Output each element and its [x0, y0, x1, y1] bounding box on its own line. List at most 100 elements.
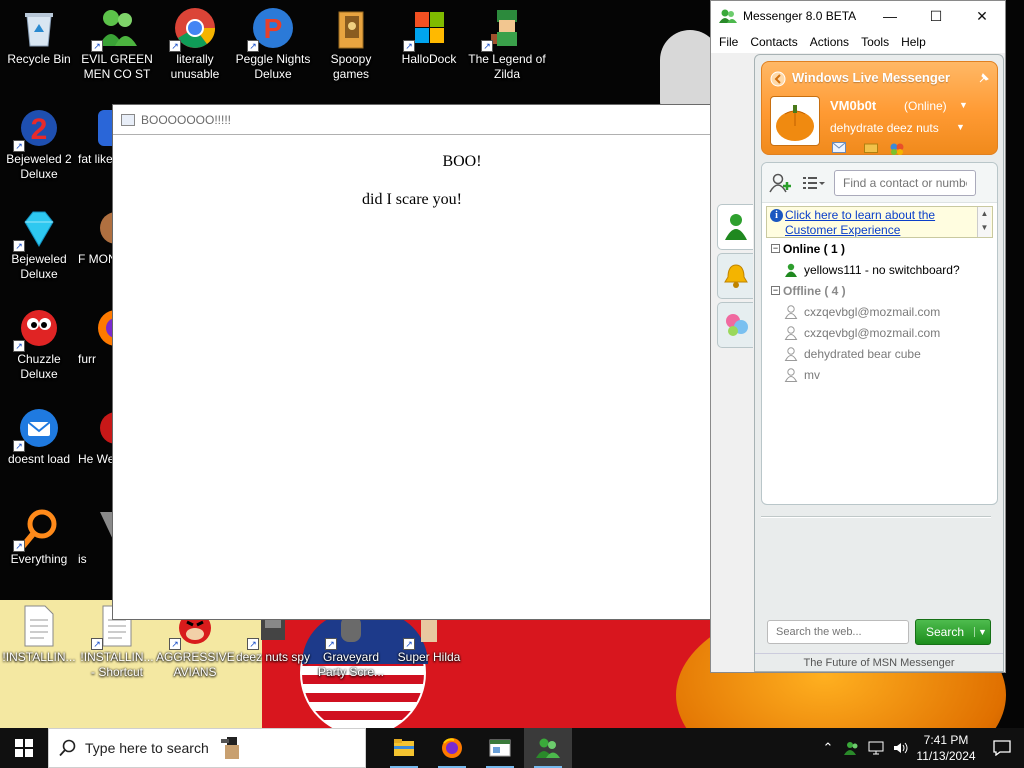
- taskbar-search-placeholder: Type here to search: [85, 740, 209, 756]
- menu-contacts[interactable]: Contacts: [744, 35, 803, 49]
- search-button[interactable]: Search ▼: [915, 619, 991, 645]
- desktop-icon-hallodock[interactable]: ↗ HalloDock: [390, 6, 468, 67]
- tray-overflow-chevron-icon[interactable]: ⌃: [816, 728, 840, 768]
- boo-window-titlebar[interactable]: BOOOOOOO!!!!!: [113, 105, 711, 135]
- action-center-button[interactable]: [980, 728, 1024, 768]
- add-contact-icon[interactable]: [768, 172, 794, 194]
- desktop-icon-doesnt-load[interactable]: ↗ doesnt load: [0, 406, 78, 467]
- msn-butterfly-icon[interactable]: [890, 142, 904, 156]
- psm-dropdown-icon[interactable]: ▼: [956, 122, 965, 132]
- web-search-input[interactable]: [767, 620, 909, 644]
- taskbar-firefox[interactable]: [428, 728, 476, 768]
- peggle-icon: P ↗: [247, 6, 295, 52]
- group-online[interactable]: − Online ( 1 ): [762, 238, 997, 259]
- info-banner: i Click here to learn about the Customer…: [766, 206, 993, 238]
- personal-message[interactable]: dehydrate deez nuts: [830, 121, 939, 135]
- offline-buddy-icon: [784, 346, 798, 361]
- contact-item[interactable]: cxzqevbgl@mozmail.com: [762, 322, 997, 343]
- contact-item[interactable]: yellows111 - no switchboard?: [762, 259, 997, 280]
- taskbar-boo-window[interactable]: [476, 728, 524, 768]
- close-button[interactable]: ✕: [959, 1, 1005, 31]
- contact-search-input[interactable]: [834, 169, 976, 196]
- taskbar-clock[interactable]: 7:41 PM 11/13/2024: [912, 732, 980, 764]
- contact-toolbar: [762, 163, 997, 203]
- contact-item[interactable]: mv: [762, 364, 997, 385]
- svg-text:P: P: [264, 13, 283, 44]
- minimize-button[interactable]: —: [867, 1, 913, 31]
- volume-icon[interactable]: [888, 728, 912, 768]
- avatar[interactable]: [770, 96, 820, 146]
- taskbar-search-box[interactable]: Type here to search: [48, 728, 366, 768]
- menu-file[interactable]: File: [713, 35, 744, 49]
- svg-text:2: 2: [31, 113, 48, 146]
- desktop-icon-bejeweled-2[interactable]: 2 ↗ Bejeweled 2 Deluxe: [0, 106, 78, 182]
- tray-messenger-icon[interactable]: [840, 728, 864, 768]
- mail-icon[interactable]: [832, 142, 846, 153]
- tab-contacts[interactable]: [717, 204, 753, 250]
- search-highlight-icon: [220, 737, 239, 759]
- bejeweled2-icon: 2 ↗: [13, 106, 61, 152]
- boo-message: did I scare you!: [362, 191, 462, 208]
- desktop-icon-peggle-nights[interactable]: P ↗ Peggle Nights Deluxe: [234, 6, 312, 82]
- desktop-icon-spoopy-games[interactable]: Spoopy games: [312, 6, 390, 82]
- menu-help[interactable]: Help: [895, 35, 932, 49]
- messenger-icon: [536, 738, 560, 758]
- collapse-icon[interactable]: −: [771, 286, 780, 295]
- tab-alerts[interactable]: [717, 253, 753, 299]
- magnifier-icon: ↗: [13, 506, 61, 552]
- boo-window-title: BOOOOOOO!!!!!: [141, 112, 232, 127]
- customer-experience-link[interactable]: Click here to learn about the Customer E…: [785, 208, 935, 237]
- offline-buddy-icon: [784, 325, 798, 340]
- status-text[interactable]: (Online): [904, 99, 947, 113]
- characters-icon: [725, 314, 748, 336]
- desktop-icon-literally-unusable[interactable]: ↗ literally unusable: [156, 6, 234, 82]
- taskbar-file-explorer[interactable]: [380, 728, 428, 768]
- menu-tools[interactable]: Tools: [855, 35, 895, 49]
- spaces-folder-icon[interactable]: [864, 142, 878, 153]
- desktop-icon-installing[interactable]: !INSTALLIN...: [0, 604, 78, 665]
- windows-start-icon: [15, 739, 33, 757]
- window-app-icon: [121, 113, 135, 126]
- back-arrow-icon[interactable]: [770, 71, 788, 87]
- chrome-icon: ↗: [169, 6, 217, 52]
- messenger-titlebar[interactable]: Messenger 8.0 BETA — ☐ ✕: [711, 1, 1005, 31]
- menu-actions[interactable]: Actions: [804, 35, 855, 49]
- boo-window-content: BOO! did I scare you!: [113, 135, 711, 209]
- online-buddy-icon: [785, 263, 797, 277]
- brand-title: Windows Live Messenger: [792, 70, 951, 85]
- desktop-icon-bejeweled-deluxe[interactable]: ↗ Bejeweled Deluxe: [0, 206, 78, 282]
- window-app-icon: [489, 739, 511, 757]
- recycle-bin-icon: [17, 6, 61, 50]
- list-view-icon[interactable]: [800, 172, 826, 194]
- username[interactable]: VM0b0t: [830, 98, 876, 113]
- search-dropdown-icon[interactable]: ▼: [974, 627, 990, 637]
- desktop-icon-legend-of-zilda[interactable]: ↗ The Legend of Zilda: [468, 6, 546, 82]
- desktop-icon-evil-green-men[interactable]: ↗ EVIL GREEN MEN CO ST: [78, 6, 156, 82]
- group-offline[interactable]: − Offline ( 4 ): [762, 280, 997, 301]
- contact-item[interactable]: cxzqevbgl@mozmail.com: [762, 301, 997, 322]
- collapse-icon[interactable]: −: [771, 244, 780, 253]
- contact-item[interactable]: dehydrated bear cube: [762, 343, 997, 364]
- desktop-icon-recycle-bin[interactable]: Recycle Bin: [0, 6, 78, 67]
- document-icon: [17, 604, 61, 648]
- desktop-icon-chuzzle[interactable]: ↗ Chuzzle Deluxe: [0, 306, 78, 382]
- messenger-sidebar: [711, 54, 755, 607]
- network-icon[interactable]: [864, 728, 888, 768]
- search-icon: [59, 739, 76, 757]
- profile-header: Windows Live Messenger VM0b0t (Online) ▼…: [761, 61, 998, 155]
- desktop-icon-everything[interactable]: ↗ Everything: [0, 506, 78, 567]
- info-scrollbar[interactable]: ▲ ▼: [977, 207, 991, 237]
- clock-time: 7:41 PM: [923, 733, 969, 747]
- tab-fun[interactable]: [717, 302, 753, 348]
- status-dropdown-icon[interactable]: ▼: [959, 100, 968, 110]
- maximize-button[interactable]: ☐: [913, 1, 959, 31]
- pin-icon[interactable]: [977, 71, 991, 85]
- start-button[interactable]: [0, 728, 48, 768]
- info-icon: i: [770, 209, 783, 222]
- taskbar-messenger[interactable]: [524, 728, 572, 768]
- divider: [761, 516, 991, 518]
- offline-buddy-icon: [784, 304, 798, 319]
- folder-icon: [329, 6, 373, 50]
- messenger-title: Messenger 8.0 BETA: [743, 9, 857, 23]
- zilda-icon: ↗: [481, 6, 529, 52]
